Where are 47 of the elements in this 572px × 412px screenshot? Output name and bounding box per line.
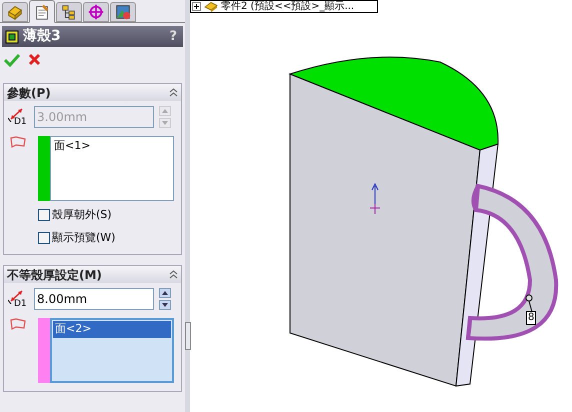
spin-up-button[interactable] bbox=[159, 288, 171, 298]
face-list-item[interactable]: 面<2> bbox=[53, 321, 171, 338]
expand-icon[interactable] bbox=[192, 2, 201, 11]
leader-line bbox=[526, 294, 532, 312]
document-icon bbox=[33, 2, 51, 20]
group-title: 不等殼厚設定(M) bbox=[7, 266, 103, 284]
panel-tab[interactable] bbox=[2, 2, 28, 22]
checkbox[interactable] bbox=[38, 232, 50, 244]
tree-icon bbox=[60, 3, 78, 21]
spin-down-button[interactable] bbox=[159, 300, 171, 310]
face-list[interactable]: 面<1> bbox=[50, 136, 174, 201]
cube-icon bbox=[5, 30, 19, 44]
face-icon bbox=[10, 318, 26, 330]
down-arrow-icon bbox=[162, 303, 168, 307]
part-icon bbox=[6, 3, 24, 21]
collapse-icon[interactable] bbox=[169, 270, 178, 279]
dimension-label: D1 bbox=[14, 300, 27, 309]
face-list[interactable]: 面<2> bbox=[50, 318, 174, 383]
close-icon[interactable] bbox=[28, 53, 41, 66]
up-arrow-icon bbox=[162, 109, 168, 113]
checkmark-icon[interactable] bbox=[4, 53, 20, 67]
crosshair-icon bbox=[87, 3, 105, 21]
checkbox-label: 殼厚朝外(S) bbox=[52, 207, 112, 223]
dimension-label: D1 bbox=[14, 118, 27, 127]
face-list-item[interactable]: 面<1> bbox=[52, 138, 172, 154]
checkbox[interactable] bbox=[38, 209, 50, 222]
group-title: 參數(P) bbox=[7, 84, 52, 102]
tree-item[interactable]: 零件2 (預設<<預設>_顯示... bbox=[190, 0, 378, 13]
picture-frame-icon bbox=[114, 3, 132, 21]
axis-triad-icon bbox=[370, 182, 380, 214]
dimension-icon bbox=[8, 288, 24, 304]
tree-item-label: 零件2 (預設<<預設>_顯示... bbox=[221, 2, 354, 12]
feature-title: 薄殼3 bbox=[23, 27, 62, 46]
panel-tab[interactable] bbox=[29, 0, 55, 23]
checkbox-label: 顯示預覽(W) bbox=[52, 230, 116, 246]
panel-tab[interactable] bbox=[56, 2, 82, 22]
face-icon bbox=[10, 136, 26, 148]
thickness-field[interactable]: 8.00mm bbox=[34, 288, 154, 310]
part-icon bbox=[203, 0, 219, 12]
up-arrow-icon bbox=[162, 291, 168, 295]
help-button[interactable]: ? bbox=[166, 26, 180, 46]
collapse-handle[interactable] bbox=[185, 322, 191, 350]
panel-tab[interactable] bbox=[110, 2, 136, 22]
dimension-icon bbox=[8, 106, 24, 122]
collapse-icon[interactable] bbox=[169, 88, 178, 97]
callout-label: 8 bbox=[526, 311, 536, 325]
down-arrow-icon bbox=[162, 121, 168, 125]
